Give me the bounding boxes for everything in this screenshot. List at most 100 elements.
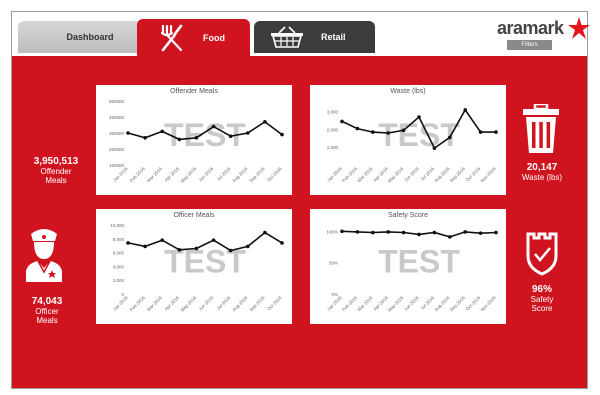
- x-tick-label: Jun 2016: [403, 166, 420, 183]
- x-tick-label: Jun 2016: [403, 295, 420, 312]
- y-tick-label: 350000: [109, 131, 125, 136]
- x-tick-label: Jul 2016: [216, 166, 232, 182]
- x-tick-label: Aug 2016: [231, 295, 249, 313]
- offender-meals-value: 3,950,513: [33, 156, 79, 167]
- x-tick-label: Feb 2016: [129, 295, 146, 312]
- x-tick-label: May 2016: [387, 295, 405, 313]
- x-tick-label: Oct 2016: [266, 166, 283, 183]
- data-point: [478, 231, 483, 235]
- x-tick-label: Jan 2016: [112, 295, 129, 312]
- stat-officer-meals: 74,043 Officer Meals: [22, 296, 72, 325]
- chart-plot: TEST02,0004,0006,0008,00010,000Jan 2016 F…: [110, 223, 284, 313]
- x-tick-label: Feb 2016: [341, 295, 358, 312]
- x-tick-label: Aug 2016: [433, 295, 451, 313]
- y-tick-label: 4,000: [113, 264, 125, 269]
- data-point: [494, 230, 498, 235]
- data-point: [340, 119, 344, 124]
- data-point: [417, 115, 421, 119]
- data-point: [386, 131, 390, 135]
- x-tick-label: Apr 2016: [164, 166, 181, 183]
- data-point: [245, 244, 250, 249]
- data-point: [263, 230, 267, 235]
- star-icon: [568, 17, 590, 39]
- data-point: [355, 126, 360, 131]
- stat-waste: 20,147 Waste (lbs): [511, 162, 573, 182]
- y-tick-label: 10,000: [110, 223, 124, 228]
- x-tick-label: May 2016: [387, 166, 405, 184]
- data-point: [432, 230, 437, 235]
- y-tick-label: 6,000: [113, 251, 125, 256]
- x-tick-label: Sep 2016: [449, 166, 467, 184]
- tab-dashboard-label: Dashboard: [66, 32, 114, 42]
- safety-label-1: Safety: [530, 295, 554, 304]
- x-tick-label: Nov 2016: [480, 166, 498, 184]
- chart-plot: TEST150000250000350000450000550000Jan 20…: [109, 99, 284, 184]
- y-tick-label: 450000: [109, 115, 125, 120]
- x-tick-label: Mar 2016: [146, 295, 163, 312]
- data-point: [126, 131, 130, 135]
- data-point: [194, 246, 199, 251]
- x-tick-label: Jul 2016: [216, 295, 232, 311]
- stat-safety: 96% Safety Score: [517, 284, 567, 313]
- waste-value: 20,147: [526, 162, 558, 173]
- brand-area: aramark Filters: [497, 17, 590, 52]
- data-point: [160, 129, 165, 134]
- x-tick-label: Feb 2016: [341, 166, 358, 183]
- x-tick-label: Feb 2016: [129, 166, 146, 183]
- data-point: [401, 128, 406, 133]
- y-tick-label: 250000: [109, 147, 125, 152]
- y-tick-label: 1,000: [327, 145, 339, 150]
- data-point: [263, 120, 267, 124]
- data-point: [211, 124, 216, 129]
- watermark-text: TEST: [378, 117, 460, 153]
- x-tick-label: Sep 2016: [248, 295, 266, 313]
- chart-offender-meals: Offender Meals TEST 150000 250000 350000 450…: [96, 85, 292, 195]
- y-tick-label: 3,000: [327, 110, 339, 115]
- x-tick-label: Jun 2016: [198, 166, 215, 183]
- y-tick-label: 100%: [326, 229, 338, 234]
- data-point: [194, 136, 199, 140]
- data-point: [417, 232, 421, 237]
- data-point: [432, 146, 437, 150]
- tab-food[interactable]: Food: [137, 19, 250, 56]
- filters-button[interactable]: Filters: [507, 40, 552, 50]
- data-point: [478, 130, 483, 134]
- data-point: [211, 238, 216, 242]
- data-point: [463, 230, 467, 234]
- data-point: [177, 137, 182, 142]
- data-point: [448, 235, 452, 239]
- tab-retail[interactable]: Retail: [254, 21, 375, 53]
- y-tick-label: 50%: [329, 261, 338, 266]
- top-nav: Dashboard Food Retail aramark Filters: [12, 12, 590, 56]
- y-tick-label: 550000: [109, 99, 125, 104]
- x-tick-label: Jun 2016: [198, 295, 215, 312]
- data-point: [463, 108, 467, 112]
- x-tick-label: Sep 2016: [449, 295, 467, 313]
- data-point: [228, 134, 233, 138]
- tab-dashboard[interactable]: Dashboard: [18, 21, 142, 53]
- brand-logo: aramark: [497, 18, 564, 38]
- chart-safety-score: Safety Score TEST 0% 50% 100% Jan 2016 Feb 20…: [310, 209, 506, 324]
- offender-meals-label-2: Meals: [45, 176, 67, 185]
- x-tick-label: Mar 2016: [357, 295, 374, 312]
- x-tick-label: May 2016: [180, 166, 198, 184]
- officer-meals-label-1: Officer: [35, 307, 59, 316]
- data-point: [448, 135, 452, 140]
- waste-label: Waste (lbs): [521, 173, 563, 182]
- chart-waste: Waste (lbs) TEST 1,000 2,000 3,000 Jan 2016 F…: [310, 85, 506, 195]
- chart-officer-meals: Officer Meals TEST 0 2,000 4,000 6,000 8,000 1…: [96, 209, 292, 324]
- trash-can-icon: [523, 104, 559, 153]
- tab-retail-label: Retail: [321, 32, 346, 42]
- y-tick-label: 2,000: [327, 127, 339, 132]
- data-point: [126, 241, 130, 245]
- data-point: [386, 230, 390, 234]
- x-tick-label: Mar 2016: [146, 166, 163, 183]
- data-point: [143, 136, 147, 140]
- data-point: [177, 248, 182, 252]
- y-tick-label: 2,000: [113, 278, 125, 283]
- data-point: [245, 131, 250, 135]
- x-tick-label: Aug 2016: [231, 166, 249, 184]
- dashboard-content: 3,950,513 Offender Meals 74,043 Officer …: [12, 56, 587, 388]
- x-tick-label: Oct 2016: [266, 295, 283, 312]
- stat-offender-meals: 3,950,513 Offender Meals: [22, 156, 90, 185]
